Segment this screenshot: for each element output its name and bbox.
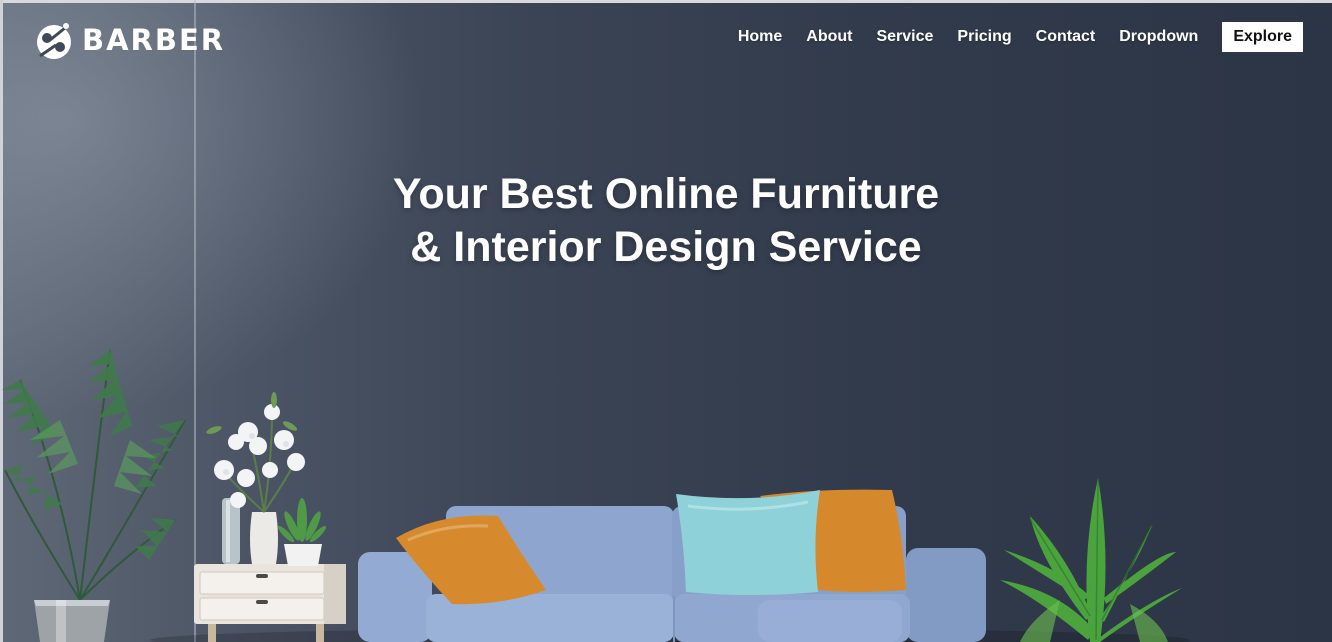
hero-section: BARBER Home About Service Pricing Contac… xyxy=(0,0,1332,642)
side-table xyxy=(194,564,346,642)
succulent-pot xyxy=(277,498,327,566)
hero-title: Your Best Online Furniture & Interior De… xyxy=(0,168,1332,274)
hero-title-line-1: Your Best Online Furniture xyxy=(392,170,940,218)
barber-scissors-logo-icon xyxy=(37,23,71,59)
hero-title-line-2: & Interior Design Service xyxy=(410,223,922,271)
brand-logo[interactable]: BARBER xyxy=(32,18,225,62)
main-nav: Home About Service Pricing Contact Dropd… xyxy=(714,22,1303,52)
nav-home[interactable]: Home xyxy=(738,28,782,46)
nav-dropdown[interactable]: Dropdown xyxy=(1119,28,1198,46)
brand-name: BARBER xyxy=(82,23,226,57)
nav-contact[interactable]: Contact xyxy=(1036,28,1096,46)
right-plant xyxy=(1000,478,1182,642)
nav-about[interactable]: About xyxy=(806,28,852,46)
palm-plant xyxy=(2,349,186,642)
sofa xyxy=(358,489,986,642)
explore-button[interactable]: Explore xyxy=(1222,22,1303,52)
nav-service[interactable]: Service xyxy=(876,28,933,46)
nav-pricing[interactable]: Pricing xyxy=(957,28,1011,46)
interior-scene-image xyxy=(2,349,1190,642)
